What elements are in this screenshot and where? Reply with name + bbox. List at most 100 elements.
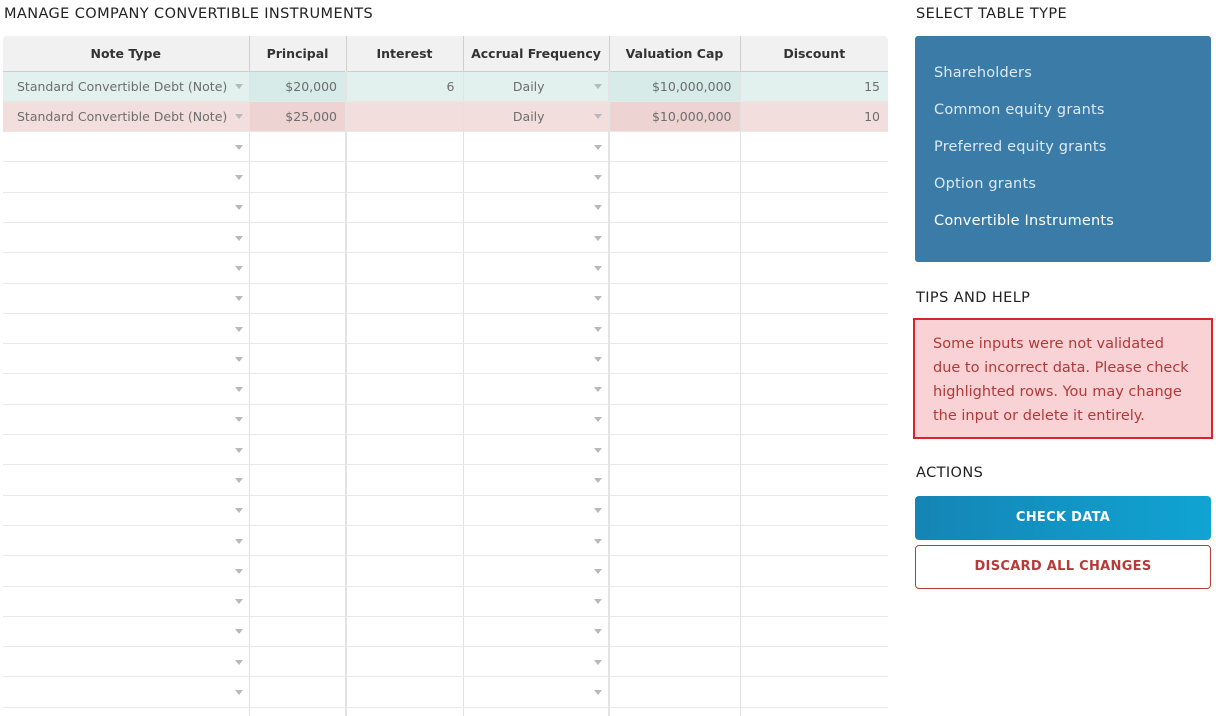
chevron-down-icon[interactable] [594,629,602,635]
chevron-down-icon[interactable] [594,235,602,241]
valuation-cap-cell[interactable] [609,676,741,708]
accrual-frequency-cell[interactable] [463,555,610,587]
chevron-down-icon[interactable] [234,447,243,453]
interest-cell[interactable] [346,373,464,405]
principal-cell[interactable] [249,707,347,716]
note-type-cell[interactable] [3,555,250,587]
note-type-cell[interactable] [3,404,250,436]
discount-cell[interactable] [740,616,888,648]
principal-cell[interactable]: $20,000 [249,71,347,102]
principal-cell[interactable] [249,434,347,466]
discount-cell[interactable] [740,252,888,284]
accrual-frequency-cell[interactable] [463,616,610,648]
note-type-cell[interactable] [3,131,250,163]
discount-cell[interactable] [740,495,888,526]
interest-cell[interactable] [346,101,464,133]
note-type-cell[interactable] [3,464,250,496]
chevron-down-icon[interactable] [594,447,602,453]
interest-cell[interactable]: 6 [346,71,464,102]
valuation-cap-cell[interactable] [609,131,741,163]
chevron-down-icon[interactable] [594,205,602,211]
valuation-cap-cell[interactable] [609,616,741,648]
chevron-down-icon[interactable] [234,478,243,483]
chevron-down-icon[interactable] [234,659,243,665]
accrual-frequency-cell[interactable] [463,464,610,496]
discount-cell[interactable] [740,555,888,587]
discount-cell[interactable]: 15 [740,71,888,102]
note-type-cell[interactable] [3,525,250,557]
accrual-frequency-cell[interactable] [463,343,610,375]
interest-cell[interactable] [346,495,464,526]
principal-cell[interactable] [249,283,347,314]
principal-cell[interactable] [249,676,347,708]
chevron-down-icon[interactable] [594,84,602,90]
discount-cell[interactable] [740,586,888,617]
discount-cell[interactable] [740,161,888,193]
principal-cell[interactable] [249,313,347,345]
chevron-down-icon[interactable] [234,690,243,696]
chevron-down-icon[interactable] [594,387,602,393]
note-type-cell[interactable] [3,343,250,375]
accrual-frequency-cell[interactable] [463,586,610,617]
interest-cell[interactable] [346,646,464,678]
accrual-frequency-cell[interactable] [463,192,610,223]
principal-cell[interactable] [249,343,347,375]
chevron-down-icon[interactable] [594,538,602,544]
chevron-down-icon[interactable] [594,599,602,605]
valuation-cap-cell[interactable] [609,586,741,617]
chevron-down-icon[interactable] [234,205,243,211]
column-header-principal[interactable]: Principal [249,36,347,72]
valuation-cap-cell[interactable] [609,161,741,193]
table-type-shareholders[interactable]: Shareholders [934,65,1032,81]
principal-cell[interactable] [249,586,347,617]
column-header-accrual-frequency[interactable]: Accrual Frequency [463,36,610,72]
principal-cell[interactable] [249,222,347,254]
discount-cell[interactable]: 10 [740,101,888,133]
discount-cell[interactable] [740,192,888,223]
column-header-note-type[interactable]: Note Type [3,36,250,72]
principal-cell[interactable] [249,373,347,405]
note-type-cell[interactable] [3,222,250,254]
interest-cell[interactable] [346,616,464,648]
interest-cell[interactable] [346,222,464,254]
principal-cell[interactable] [249,495,347,526]
check-data-button[interactable]: CHECK DATA [915,496,1211,540]
valuation-cap-cell[interactable] [609,646,741,678]
discount-cell[interactable] [740,434,888,466]
valuation-cap-cell[interactable] [609,222,741,254]
chevron-down-icon[interactable] [234,175,243,181]
chevron-down-icon[interactable] [234,114,243,120]
chevron-down-icon[interactable] [234,387,243,393]
accrual-frequency-cell[interactable]: Daily [463,101,610,133]
valuation-cap-cell[interactable] [609,373,741,405]
note-type-cell[interactable]: Standard Convertible Debt (Note) [3,71,250,102]
column-header-discount[interactable]: Discount [740,36,888,72]
chevron-down-icon[interactable] [234,508,243,514]
note-type-cell[interactable] [3,495,250,526]
principal-cell[interactable] [249,192,347,223]
interest-cell[interactable] [346,283,464,314]
chevron-down-icon[interactable] [234,296,243,302]
interest-cell[interactable] [346,343,464,375]
interest-cell[interactable] [346,586,464,617]
chevron-down-icon[interactable] [594,175,602,181]
interest-cell[interactable] [346,525,464,557]
valuation-cap-cell[interactable] [609,464,741,496]
chevron-down-icon[interactable] [234,568,243,574]
interest-cell[interactable] [346,161,464,193]
chevron-down-icon[interactable] [594,144,602,150]
chevron-down-icon[interactable] [594,478,602,483]
note-type-cell[interactable] [3,192,250,223]
note-type-cell[interactable] [3,646,250,678]
valuation-cap-cell[interactable] [609,283,741,314]
chevron-down-icon[interactable] [234,265,243,271]
principal-cell[interactable] [249,252,347,284]
chevron-down-icon[interactable] [594,417,602,423]
column-header-interest[interactable]: Interest [346,36,464,72]
interest-cell[interactable] [346,252,464,284]
note-type-cell[interactable]: Standard Convertible Debt (Note) [3,101,250,133]
principal-cell[interactable] [249,131,347,163]
principal-cell[interactable] [249,464,347,496]
chevron-down-icon[interactable] [594,114,602,120]
valuation-cap-cell[interactable] [609,555,741,587]
